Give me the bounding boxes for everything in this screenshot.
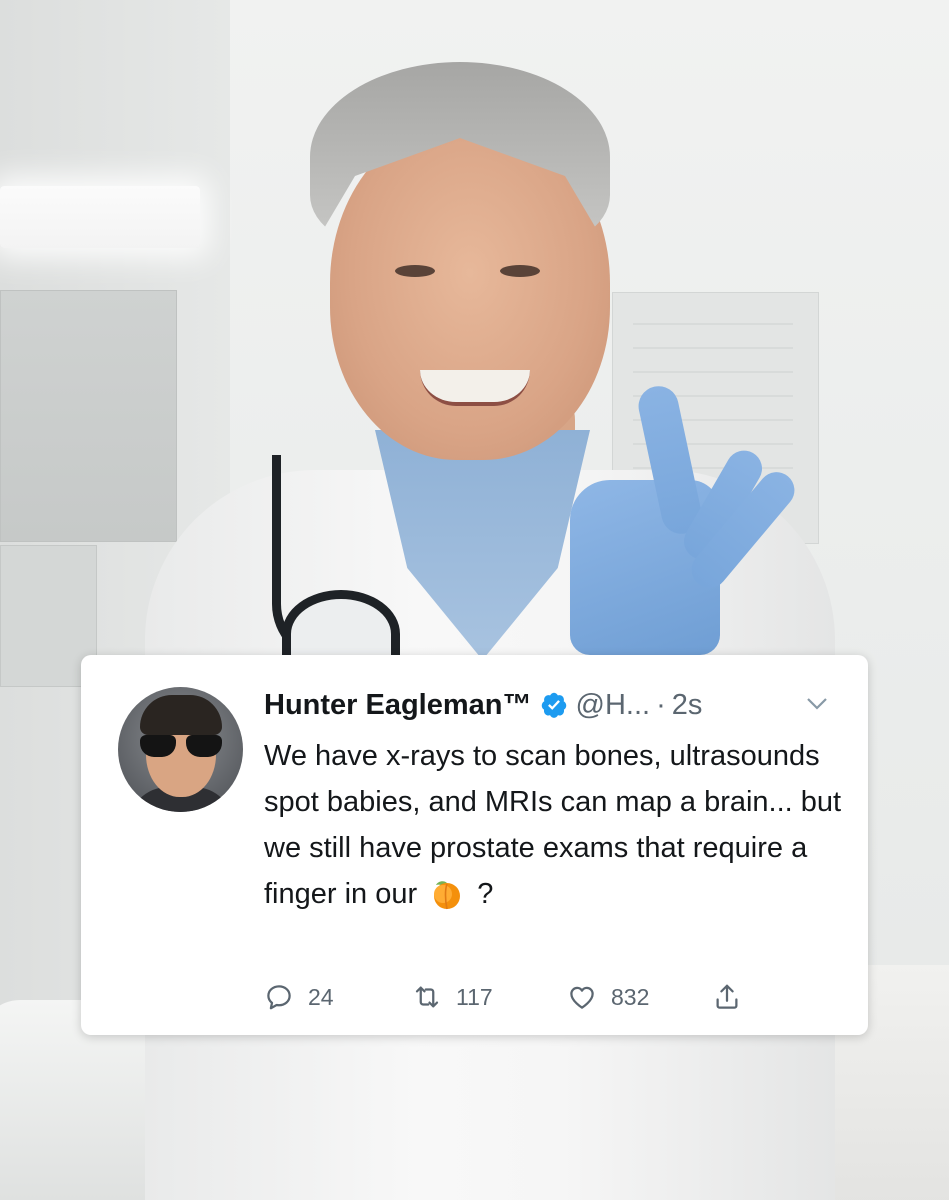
avatar-hair: [140, 695, 222, 735]
blue-glove: [565, 382, 802, 655]
retweet-button[interactable]: 117: [412, 982, 567, 1012]
retweet-count: 117: [456, 983, 493, 1010]
share-icon: [716, 984, 738, 1009]
verified-badge-icon: [541, 692, 566, 718]
tweet-text-main: We have x-rays to scan bones, ultrasound…: [264, 740, 842, 910]
retweet-icon: [415, 986, 439, 1008]
avatar-sunglasses: [140, 735, 222, 757]
ceiling-light: [0, 186, 200, 248]
cabinet: [0, 290, 177, 542]
separator-dot: ·: [656, 688, 666, 721]
reply-count: 24: [308, 983, 334, 1010]
tweet-text-end: ?: [477, 878, 494, 910]
reply-button[interactable]: 24: [264, 982, 412, 1012]
reply-icon: [267, 985, 291, 1010]
like-icon: [570, 986, 594, 1009]
doctor-eye-right: [500, 265, 540, 277]
author-handle[interactable]: @H...: [576, 689, 651, 722]
share-button[interactable]: [712, 982, 742, 1012]
tweet-time[interactable]: 2s: [672, 689, 703, 722]
tweet-card: Hunter Eagleman™ @H... · 2s We have x-ra…: [81, 655, 868, 1035]
author-name[interactable]: Hunter Eagleman™: [264, 689, 532, 722]
like-count: 832: [611, 983, 650, 1010]
chevron-down-icon[interactable]: [806, 697, 828, 711]
like-button[interactable]: 832: [567, 982, 712, 1012]
tweet-actions: 24 117 832: [264, 977, 742, 1017]
peach-emoji-icon: [434, 881, 461, 910]
doctor-eye-left: [395, 265, 435, 277]
tweet-header: Hunter Eagleman™ @H... · 2s: [264, 685, 702, 725]
avatar[interactable]: [118, 687, 243, 812]
tweet-text: We have x-rays to scan bones, ultrasound…: [264, 733, 844, 917]
